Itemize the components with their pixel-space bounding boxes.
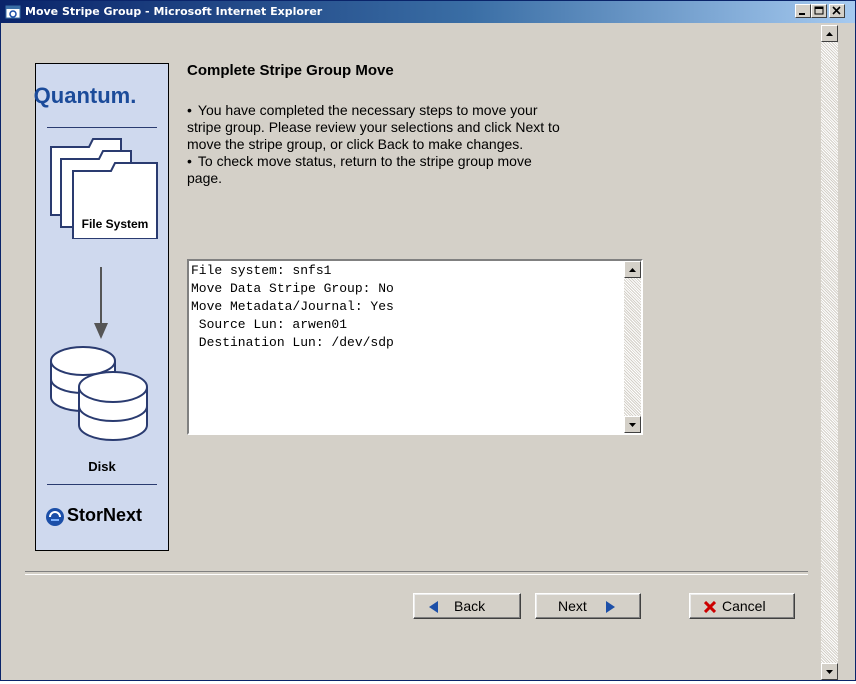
bullet: • [187, 153, 192, 169]
cancel-button-label: Cancel [722, 598, 766, 614]
instruction-item: • You have completed the necessary steps … [187, 102, 707, 153]
instruction-line: You have completed the necessary steps t… [197, 102, 538, 118]
scroll-down-button[interactable] [821, 663, 838, 680]
folder-label: File System [82, 217, 149, 231]
disk-stack-icon [50, 346, 148, 441]
arrow-down-icon [629, 423, 636, 427]
next-button[interactable]: Next [535, 593, 641, 619]
file-system-folders-icon: File System [50, 138, 158, 239]
stornext-wordmark: StorNext [67, 505, 143, 525]
summary-scrollbar[interactable] [624, 261, 641, 433]
instruction-line: page. [187, 170, 223, 186]
red-x-icon [704, 601, 716, 613]
quantum-logo: Quantum. [33, 83, 137, 108]
browser-window: Move Stripe Group - Microsoft Internet E… [0, 0, 856, 681]
stornext-icon [46, 508, 64, 526]
instruction-line: move the stripe group, or click Back to … [187, 136, 524, 152]
instruction-item: • To check move status, return to the str… [187, 153, 707, 187]
maximize-icon [814, 6, 824, 15]
minimize-button[interactable] [795, 4, 811, 18]
internet-explorer-icon [5, 5, 21, 19]
arrow-left-icon [429, 601, 438, 613]
arrow-down-icon [826, 670, 833, 674]
arrow-up-icon [629, 268, 636, 272]
maximize-button[interactable] [811, 4, 827, 18]
cancel-button[interactable]: Cancel [689, 593, 795, 619]
scroll-up-button[interactable] [821, 25, 838, 42]
stornext-logo: StorNext [45, 503, 169, 529]
close-button[interactable] [829, 4, 845, 18]
title-bar[interactable]: Move Stripe Group - Microsoft Internet E… [1, 1, 855, 23]
summary-line: Destination Lun: /dev/sdp [191, 335, 394, 350]
back-button[interactable]: Back [413, 593, 521, 619]
arrow-right-icon [606, 601, 615, 613]
summary-line: Move Data Stripe Group: No [191, 281, 394, 296]
summary-textarea[interactable]: File system: snfs1 Move Data Stripe Grou… [187, 259, 643, 435]
close-icon [832, 6, 841, 15]
sidebar-divider-bottom [47, 484, 157, 485]
instruction-line: stripe group. Please review your selecti… [187, 119, 560, 135]
disk-label: Disk [88, 459, 116, 474]
page-scrollbar[interactable] [821, 25, 838, 680]
button-divider [25, 571, 808, 575]
instruction-line: To check move status, return to the stri… [197, 153, 532, 169]
minimize-icon [799, 13, 805, 15]
next-button-label: Next [558, 598, 587, 614]
summary-line: Source Lun: arwen01 [191, 317, 348, 332]
page-title: Complete Stripe Group Move [187, 62, 394, 79]
arrow-up-icon [826, 32, 833, 36]
summary-scroll-up-button[interactable] [624, 261, 641, 278]
down-arrow-icon [94, 267, 108, 339]
sidebar-divider [47, 127, 157, 128]
back-button-label: Back [454, 598, 486, 614]
summary-line: File system: snfs1 [191, 263, 332, 278]
summary-scroll-down-button[interactable] [624, 416, 641, 433]
window-title: Move Stripe Group - Microsoft Internet E… [25, 5, 323, 18]
bullet: • [187, 102, 192, 118]
summary-line: Move Metadata/Journal: Yes [191, 299, 394, 314]
